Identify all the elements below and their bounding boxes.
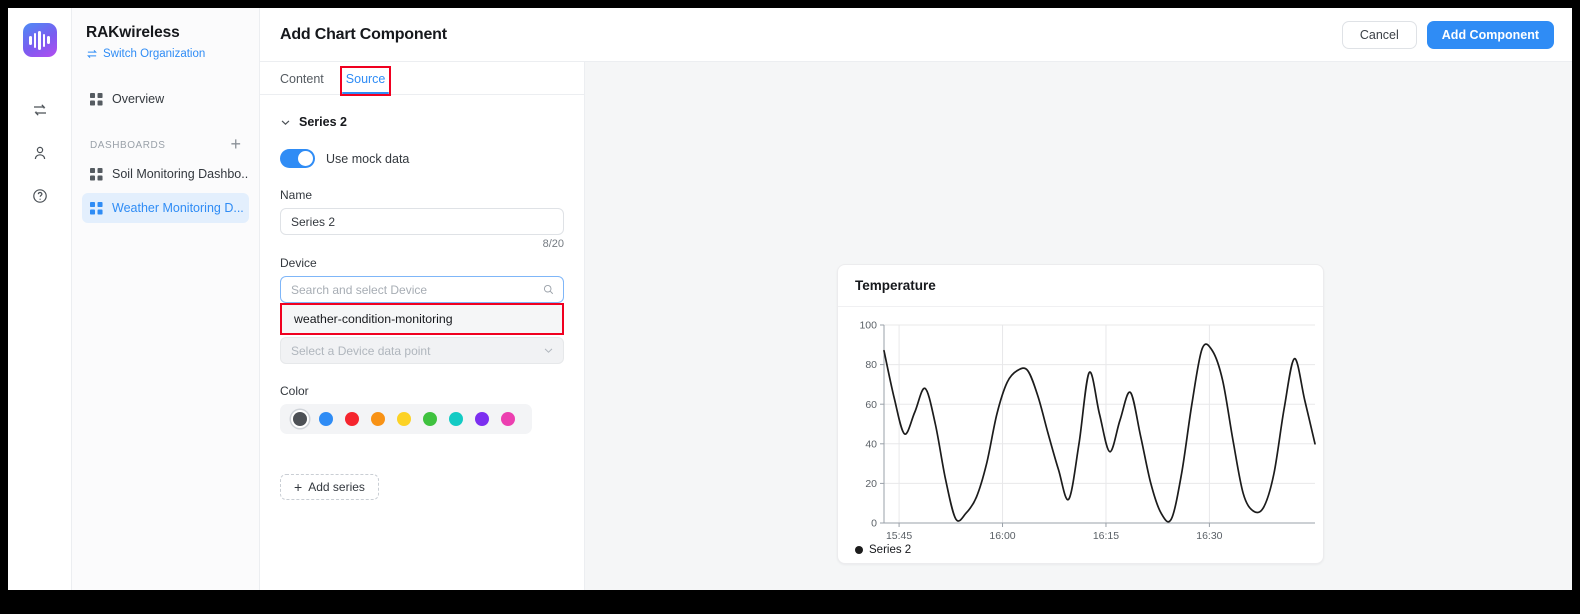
sidebar: RAKwireless Switch Organization Overview… bbox=[72, 8, 260, 590]
color-field-label: Color bbox=[280, 384, 309, 398]
svg-text:80: 80 bbox=[865, 359, 877, 371]
user-account-icon[interactable] bbox=[29, 142, 51, 164]
grid-icon bbox=[90, 201, 103, 215]
plus-icon: + bbox=[294, 479, 303, 495]
color-swatch-8[interactable] bbox=[501, 412, 515, 426]
sidebar-item-label: Soil Monitoring Dashbo... bbox=[112, 167, 249, 181]
main-content: Add Chart Component Cancel Add Component… bbox=[260, 8, 1572, 590]
series-header-label: Series 2 bbox=[299, 115, 347, 129]
chart-title: Temperature bbox=[838, 265, 1323, 307]
device-data-point-select[interactable]: Select a Device data point bbox=[280, 337, 564, 364]
icon-rail bbox=[8, 8, 72, 590]
color-swatch-0[interactable] bbox=[293, 412, 307, 426]
color-swatch-7[interactable] bbox=[475, 412, 489, 426]
search-icon bbox=[543, 284, 554, 295]
switch-arrows-icon bbox=[87, 50, 97, 58]
topbar: Add Chart Component Cancel Add Component bbox=[260, 8, 1572, 62]
switch-organization-link[interactable]: Switch Organization bbox=[82, 42, 249, 60]
dashboards-section-header: DASHBOARDS + bbox=[82, 135, 249, 155]
sidebar-item-label: Overview bbox=[112, 92, 165, 106]
name-field-label: Name bbox=[280, 188, 313, 202]
organization-name: RAKwireless bbox=[86, 24, 180, 41]
add-component-button[interactable]: Add Component bbox=[1426, 20, 1554, 49]
color-swatch-5[interactable] bbox=[423, 412, 437, 426]
chevron-down-icon bbox=[544, 348, 553, 353]
switch-transfer-icon[interactable] bbox=[29, 99, 51, 121]
tab-content[interactable]: Content bbox=[280, 72, 324, 94]
color-swatch-1[interactable] bbox=[319, 412, 333, 426]
svg-text:100: 100 bbox=[859, 320, 877, 332]
color-swatch-4[interactable] bbox=[397, 412, 411, 426]
tab-source[interactable]: Source bbox=[339, 66, 392, 96]
chart-legend: Series 2 bbox=[855, 544, 911, 556]
source-form-panel: Content Source Series 2 Use mock data Na… bbox=[260, 62, 585, 590]
chart-card: Temperature 0 20 40 60 80 100 15:45 16:00 16:15 1… bbox=[837, 264, 1324, 564]
use-mock-data-label: Use mock data bbox=[326, 151, 410, 166]
color-swatch-6[interactable] bbox=[449, 412, 463, 426]
sidebar-item-soil-monitoring-dashboard[interactable]: Soil Monitoring Dashbo... bbox=[82, 159, 249, 189]
app-window: RAKwireless Switch Organization Overview… bbox=[8, 8, 1572, 590]
data-point-placeholder: Select a Device data point bbox=[291, 343, 431, 358]
sidebar-item-overview[interactable]: Overview bbox=[82, 84, 249, 114]
soundwave-logo-icon bbox=[22, 23, 57, 57]
form-body: Series 2 Use mock data Name Series 2 8/2… bbox=[260, 95, 584, 500]
switch-organization-label: Switch Organization bbox=[103, 48, 206, 60]
svg-text:15:45: 15:45 bbox=[886, 530, 912, 542]
svg-text:60: 60 bbox=[865, 399, 877, 411]
series-collapse-header[interactable]: Series 2 bbox=[280, 115, 564, 129]
add-series-button[interactable]: + Add series bbox=[280, 474, 379, 500]
line-chart-svg: 0 20 40 60 80 100 15:45 16:00 16:15 16:30 bbox=[859, 320, 1316, 542]
device-search-placeholder: Search and select Device bbox=[291, 282, 428, 297]
name-input[interactable]: Series 2 bbox=[280, 208, 564, 235]
svg-text:16:00: 16:00 bbox=[989, 530, 1015, 542]
device-option-weather-condition-monitoring[interactable]: weather-condition-monitoring bbox=[282, 305, 562, 333]
svg-text:40: 40 bbox=[865, 438, 877, 450]
topbar-actions: Cancel Add Component bbox=[1341, 20, 1554, 49]
panel-tabs: Content Source bbox=[260, 62, 584, 96]
sidebar-item-label: Weather Monitoring D... bbox=[112, 201, 244, 215]
page-title: Add Chart Component bbox=[280, 25, 447, 43]
add-series-label: Add series bbox=[308, 480, 365, 494]
color-swatch-2[interactable] bbox=[345, 412, 359, 426]
svg-text:16:15: 16:15 bbox=[1093, 530, 1119, 542]
chart-plot-area: 0 20 40 60 80 100 15:45 16:00 16:15 16:30 Series … bbox=[838, 307, 1323, 568]
svg-text:16:30: 16:30 bbox=[1196, 530, 1222, 542]
mock-data-toggle-row: Use mock data bbox=[280, 149, 564, 168]
sidebar-item-weather-monitoring-dashboard[interactable]: Weather Monitoring D... bbox=[82, 193, 249, 223]
legend-color-dot bbox=[855, 546, 863, 554]
rail-icon-group bbox=[29, 99, 51, 207]
device-field-label: Device bbox=[280, 256, 317, 270]
use-mock-data-toggle[interactable] bbox=[280, 149, 315, 168]
add-dashboard-button[interactable]: + bbox=[230, 135, 241, 155]
color-swatch-3[interactable] bbox=[371, 412, 385, 426]
color-swatch-group bbox=[280, 404, 532, 434]
grid-icon bbox=[90, 92, 103, 106]
chart-preview-area: Temperature 0 20 40 60 80 100 15:45 16:00 16:15 1… bbox=[585, 62, 1572, 590]
cancel-button[interactable]: Cancel bbox=[1341, 20, 1417, 49]
chevron-down-icon bbox=[281, 120, 290, 125]
svg-text:20: 20 bbox=[865, 478, 877, 490]
device-dropdown-list: weather-condition-monitoring bbox=[280, 303, 564, 335]
legend-label: Series 2 bbox=[869, 544, 912, 556]
help-circle-icon[interactable] bbox=[29, 185, 51, 207]
grid-icon bbox=[90, 167, 103, 181]
device-search-input[interactable]: Search and select Device bbox=[280, 276, 564, 303]
dashboards-section-title: DASHBOARDS bbox=[90, 139, 166, 151]
svg-text:0: 0 bbox=[871, 518, 877, 530]
name-char-counter: 8/20 bbox=[542, 238, 564, 250]
body-row: Content Source Series 2 Use mock data Na… bbox=[260, 62, 1572, 590]
